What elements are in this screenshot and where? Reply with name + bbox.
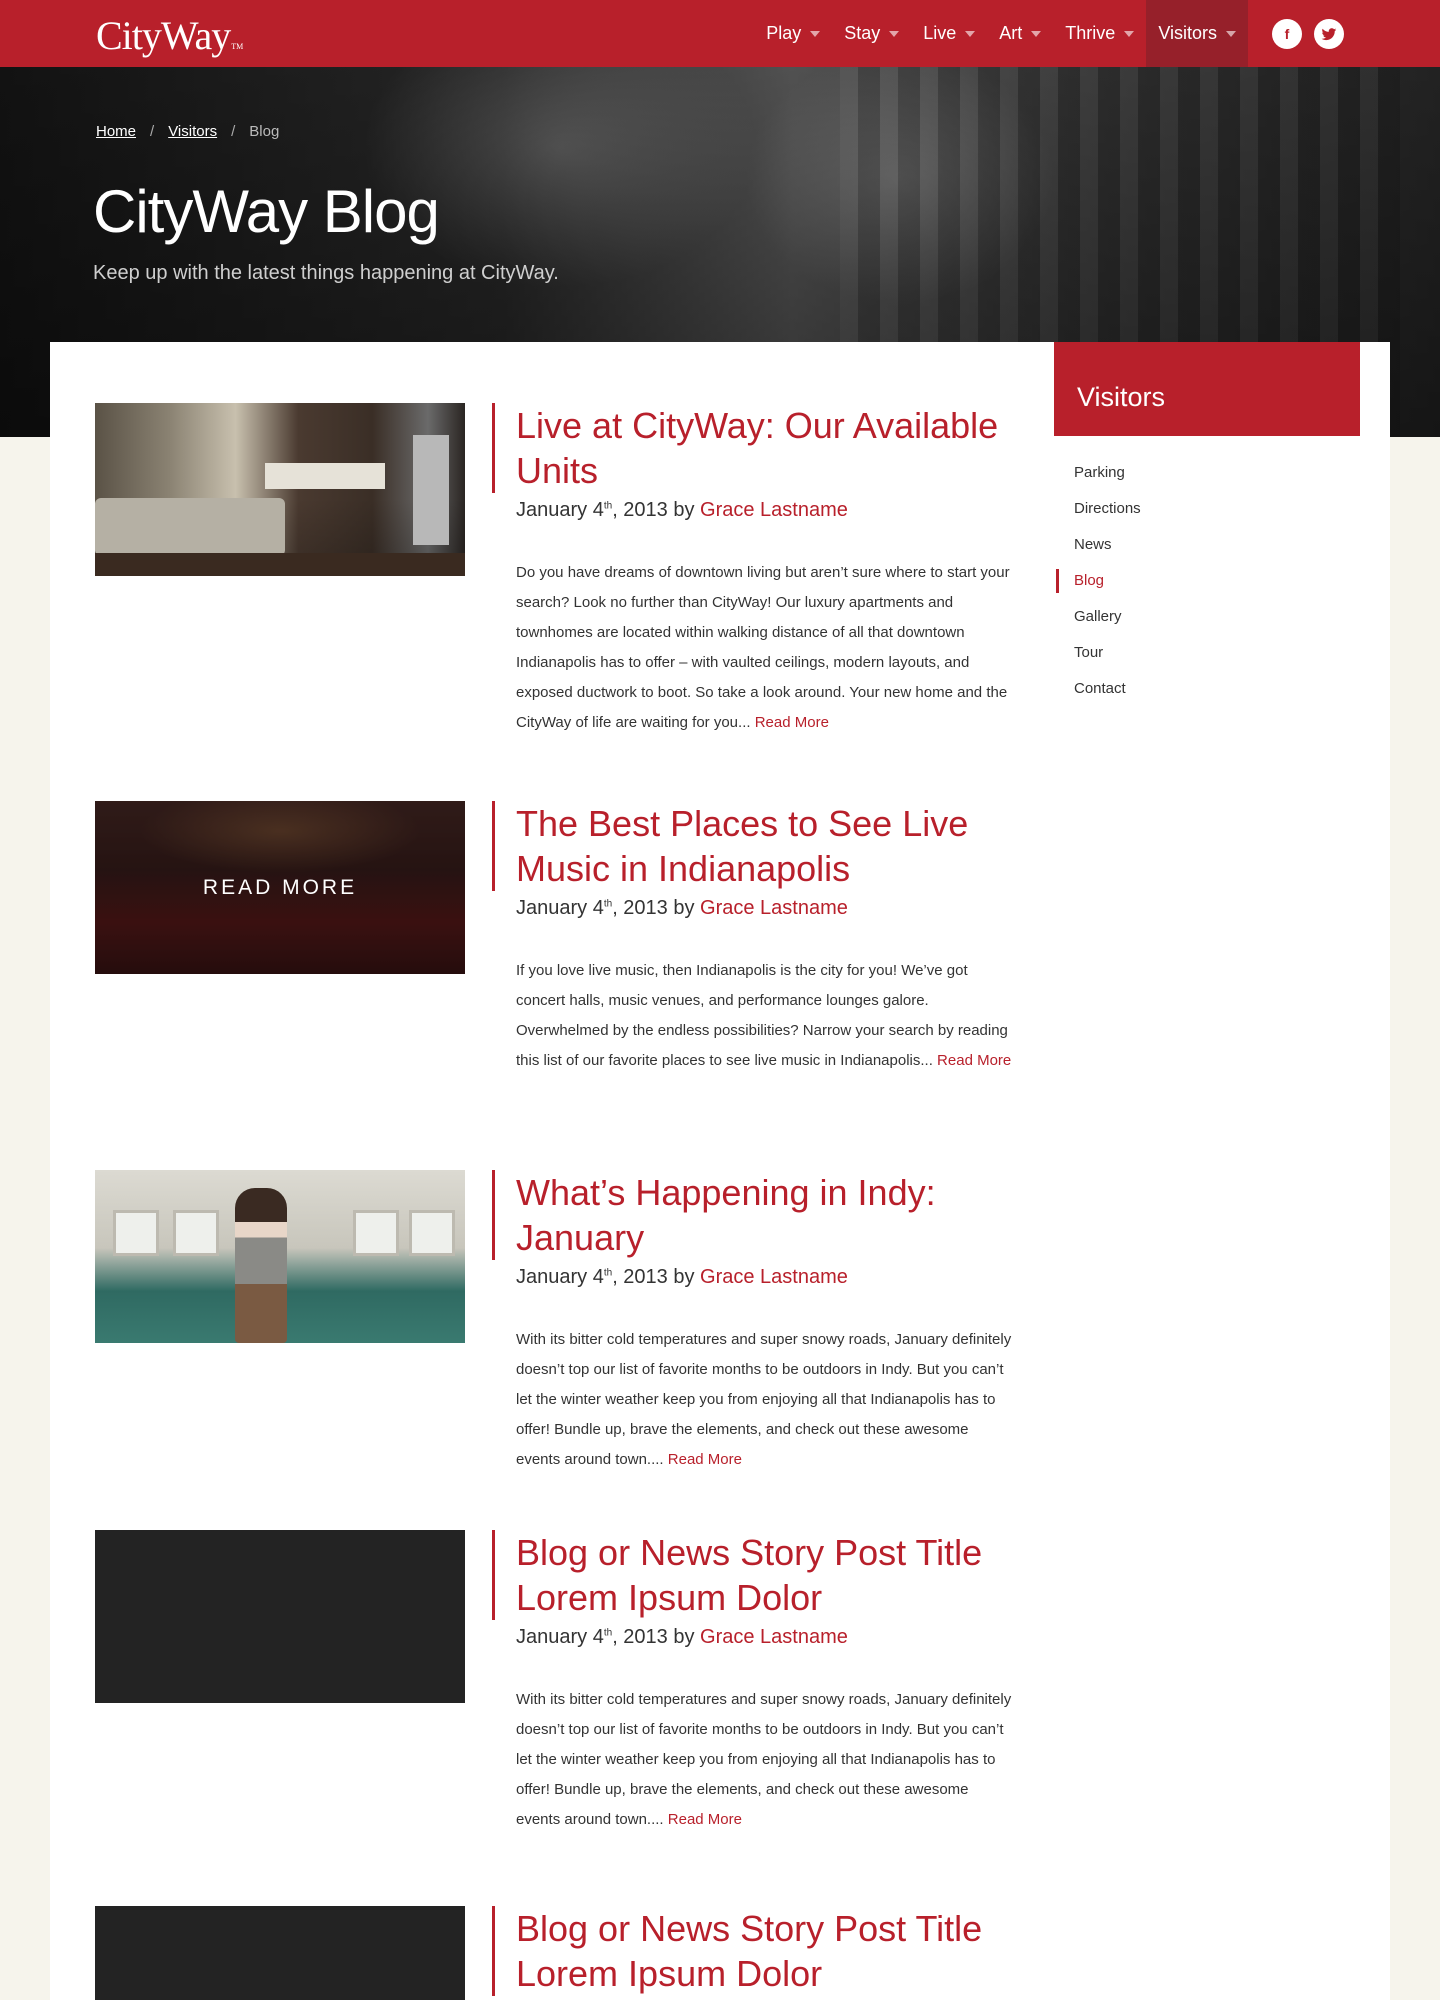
thumbnail-fridge bbox=[413, 435, 449, 545]
sidebar-item-tour[interactable]: Tour bbox=[1054, 635, 1360, 671]
post-title-wrap: Blog or News Story Post Title Lorem Ipsu… bbox=[492, 1906, 1012, 1996]
thumbnail-bus-window bbox=[113, 1210, 159, 1256]
post-thumbnail-bus[interactable] bbox=[95, 1170, 465, 1343]
post-author-link[interactable]: Grace Lastname bbox=[700, 897, 848, 919]
sidebar-heading: Visitors bbox=[1054, 342, 1360, 436]
read-more-link[interactable]: Read More bbox=[668, 1451, 742, 1468]
breadcrumb-home-link[interactable]: Home bbox=[96, 123, 136, 140]
caret-down-icon bbox=[889, 30, 900, 37]
post-title-wrap: What’s Happening in Indy: January bbox=[492, 1170, 1012, 1260]
sidebar-item-blog[interactable]: Blog bbox=[1054, 563, 1360, 599]
thumbnail-read-more-overlay[interactable]: READ MORE bbox=[95, 801, 465, 974]
post-author-link[interactable]: Grace Lastname bbox=[700, 1626, 848, 1648]
read-more-link[interactable]: Read More bbox=[755, 714, 829, 731]
post-meta: January 4th, 2013 by Grace Lastname bbox=[516, 1626, 848, 1648]
post-excerpt: With its bitter cold temperatures and su… bbox=[516, 1331, 1012, 1468]
post-thumbnail-apartment[interactable] bbox=[95, 403, 465, 576]
post-meta: January 4th, 2013 by Grace Lastname bbox=[516, 1266, 848, 1288]
post-thumbnail-placeholder[interactable] bbox=[95, 1906, 465, 2000]
logo-trademark: TM bbox=[231, 42, 244, 51]
nav-item-live[interactable]: Live bbox=[911, 0, 987, 67]
nav-item-thrive[interactable]: Thrive bbox=[1053, 0, 1146, 67]
thumbnail-person bbox=[283, 1182, 337, 1343]
nav-item-art[interactable]: Art bbox=[987, 0, 1053, 67]
nav-item-play[interactable]: Play bbox=[754, 0, 832, 67]
sidebar-item-directions[interactable]: Directions bbox=[1054, 491, 1360, 527]
post-title-link[interactable]: Live at CityWay: Our Available Units bbox=[516, 403, 1012, 493]
nav-item-visitors[interactable]: Visitors bbox=[1146, 0, 1248, 67]
post-excerpt: Do you have dreams of downtown living bu… bbox=[516, 564, 1010, 731]
twitter-icon[interactable] bbox=[1314, 19, 1344, 49]
post-author-link[interactable]: Grace Lastname bbox=[700, 499, 848, 521]
thumbnail-bus-window bbox=[409, 1210, 455, 1256]
caret-down-icon bbox=[1124, 30, 1135, 37]
caret-down-icon bbox=[1031, 30, 1042, 37]
cityway-logo[interactable]: CityWayTM bbox=[96, 12, 244, 59]
sidebar-item-news[interactable]: News bbox=[1054, 527, 1360, 563]
read-more-link[interactable]: Read More bbox=[937, 1052, 1011, 1069]
caret-down-icon bbox=[810, 30, 821, 37]
sidebar-item-gallery[interactable]: Gallery bbox=[1054, 599, 1360, 635]
read-more-link[interactable]: Read More bbox=[668, 1811, 742, 1828]
facebook-icon[interactable]: f bbox=[1272, 19, 1302, 49]
post-title-link[interactable]: The Best Places to See Live Music in Ind… bbox=[516, 801, 1012, 891]
breadcrumb-visitors-link[interactable]: Visitors bbox=[168, 123, 217, 140]
thumbnail-counter bbox=[265, 463, 385, 489]
post-meta: January 4th, 2013 by Grace Lastname bbox=[516, 499, 848, 521]
breadcrumb-current: Blog bbox=[249, 123, 280, 140]
caret-down-icon bbox=[965, 30, 976, 37]
post-title-link[interactable]: What’s Happening in Indy: January bbox=[516, 1170, 1012, 1260]
post-title-wrap: Live at CityWay: Our Available Units bbox=[492, 403, 1012, 493]
social-links: f bbox=[1272, 19, 1344, 49]
thumbnail-bus-window bbox=[173, 1210, 219, 1256]
page-subtitle: Keep up with the latest things happening… bbox=[93, 262, 559, 284]
page-title: CityWay Blog bbox=[93, 178, 440, 245]
breadcrumb: Home / Visitors / Blog bbox=[96, 123, 279, 140]
thumbnail-sofa bbox=[95, 498, 285, 556]
post-thumbnail-placeholder[interactable] bbox=[95, 1530, 465, 1703]
thumbnail-floor bbox=[95, 553, 465, 576]
thumbnail-bus-window bbox=[353, 1210, 399, 1256]
main-nav: Play Stay Live Art Thrive Visitors bbox=[754, 0, 1248, 67]
sidebar-item-parking[interactable]: Parking bbox=[1054, 455, 1360, 491]
post-excerpt: With its bitter cold temperatures and su… bbox=[516, 1691, 1012, 1828]
sidebar-item-contact[interactable]: Contact bbox=[1054, 671, 1360, 707]
sidebar-nav: Parking Directions News Blog Gallery Tou… bbox=[1054, 455, 1360, 707]
breadcrumb-separator: / bbox=[150, 123, 155, 140]
breadcrumb-separator: / bbox=[231, 123, 236, 140]
post-title-link[interactable]: Blog or News Story Post Title Lorem Ipsu… bbox=[516, 1530, 1012, 1620]
post-author-link[interactable]: Grace Lastname bbox=[700, 1266, 848, 1288]
post-meta: January 4th, 2013 by Grace Lastname bbox=[516, 897, 848, 919]
post-title-wrap: The Best Places to See Live Music in Ind… bbox=[492, 801, 1012, 891]
caret-down-icon bbox=[1226, 30, 1236, 37]
post-title-wrap: Blog or News Story Post Title Lorem Ipsu… bbox=[492, 1530, 1012, 1620]
nav-item-stay[interactable]: Stay bbox=[832, 0, 911, 67]
post-title-link[interactable]: Blog or News Story Post Title Lorem Ipsu… bbox=[516, 1906, 1012, 1996]
top-navigation-bar: CityWayTM Play Stay Live Art Thrive Visi… bbox=[0, 0, 1440, 67]
thumbnail-person bbox=[235, 1188, 287, 1343]
post-excerpt: If you love live music, then Indianapoli… bbox=[516, 962, 1012, 1069]
post-thumbnail-theater[interactable]: READ MORE bbox=[95, 801, 465, 974]
